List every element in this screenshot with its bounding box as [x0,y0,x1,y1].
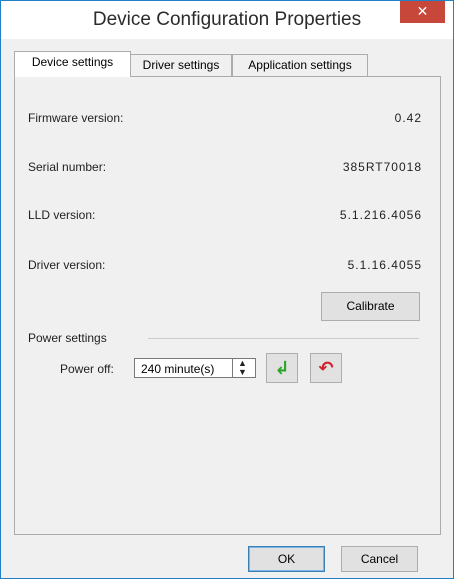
ok-button[interactable]: OK [248,546,325,572]
power-off-input[interactable]: 240 minute(s) [134,358,234,378]
serial-number-label: Serial number: [28,160,107,174]
driver-version-label: Driver version: [28,258,106,272]
power-off-spinner[interactable]: ▲ ▼ [232,358,256,378]
calibrate-button[interactable]: Calibrate [321,292,420,321]
lld-version-label: LLD version: [28,208,96,222]
driver-version-value: 5.1.16.4055 [347,258,422,272]
tab-label: Driver settings [142,58,220,72]
firmware-version-label: Firmware version: [28,111,124,125]
cancel-button[interactable]: Cancel [341,546,418,572]
tab-device-settings[interactable]: Device settings [14,51,131,77]
power-off-label: Power off: [60,362,114,376]
window-title: Device Configuration Properties [92,9,362,30]
spin-down-icon[interactable]: ▼ [238,368,247,377]
close-button[interactable]: ✕ [400,1,445,23]
revert-button[interactable]: ↶ [310,353,342,383]
serial-number-value: 385RT70018 [342,160,422,174]
tab-label: Device settings [31,55,114,69]
title-bar: Device Configuration Properties ✕ [1,1,453,39]
group-divider [148,338,419,339]
enter-arrow-icon: ↲ [274,358,290,378]
tab-driver-settings[interactable]: Driver settings [130,54,232,76]
tab-label: Application settings [248,58,352,72]
undo-icon: ↶ [318,358,334,378]
firmware-version-value: 0.42 [394,111,422,125]
lld-version-value: 5.1.216.4056 [339,208,422,222]
close-icon: ✕ [416,3,429,19]
tab-application-settings[interactable]: Application settings [232,54,368,76]
apply-button[interactable]: ↲ [266,353,298,383]
power-settings-group-label: Power settings [28,331,107,345]
